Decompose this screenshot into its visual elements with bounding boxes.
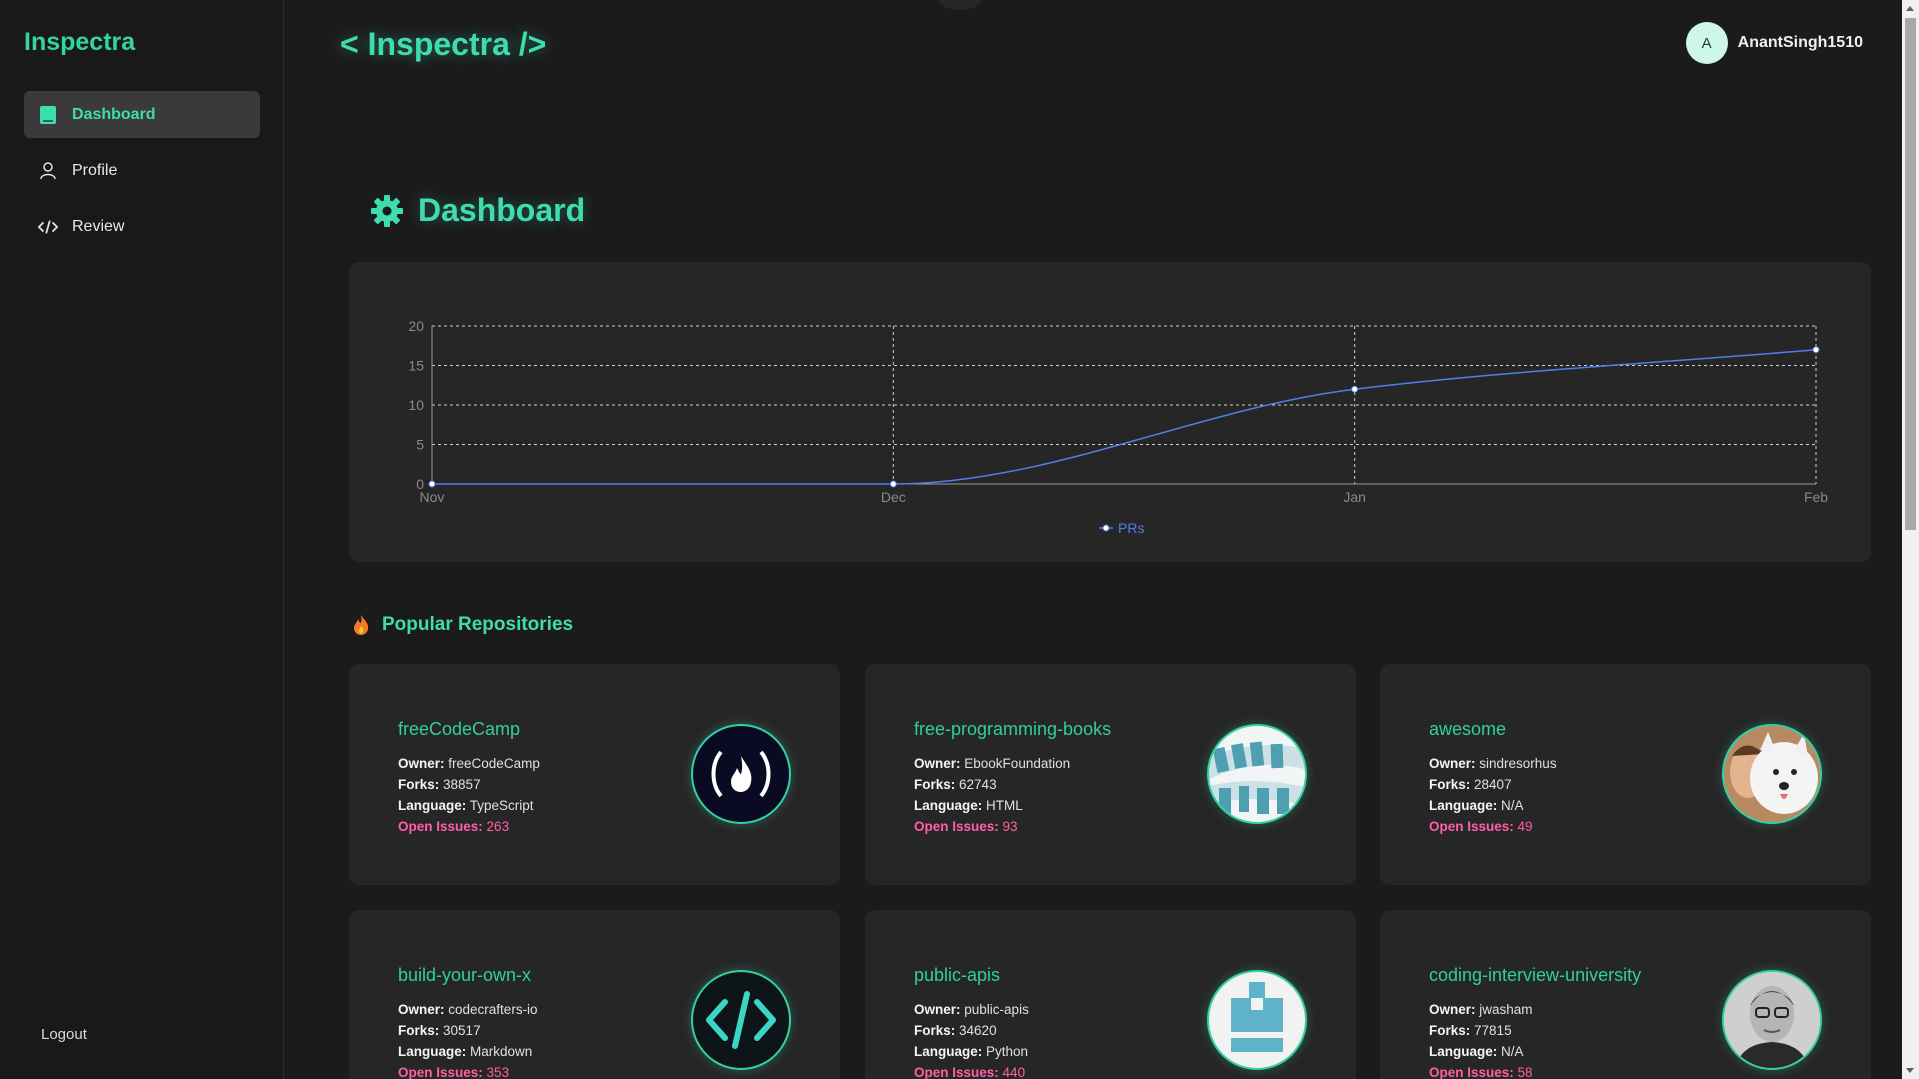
sidebar-item-label: Review bbox=[72, 217, 125, 235]
repo-owner: Owner: jwasham bbox=[1429, 1002, 1533, 1017]
repo-language: Language: N/A bbox=[1429, 798, 1524, 813]
logout-button[interactable]: Logout bbox=[41, 1026, 87, 1043]
x-tick-label: Dec bbox=[881, 489, 906, 505]
scroll-thumb[interactable] bbox=[1905, 18, 1916, 530]
repo-language: Language: TypeScript bbox=[398, 798, 534, 813]
person-portrait-photo bbox=[1722, 970, 1822, 1070]
repo-name[interactable]: awesome bbox=[1429, 719, 1506, 740]
user-menu[interactable]: A AnantSingh1510 bbox=[1685, 22, 1863, 64]
repo-name[interactable]: build-your-own-x bbox=[398, 965, 531, 986]
x-tick-label: Jan bbox=[1343, 489, 1366, 505]
sidebar: Inspectra Dashboard Profile Review Logou… bbox=[0, 0, 284, 1079]
repo-language: Language: Markdown bbox=[398, 1044, 533, 1059]
repo-open-issues: Open Issues: 49 bbox=[1429, 819, 1533, 834]
repo-card[interactable]: build-your-own-x Owner: codecrafters-io … bbox=[349, 910, 840, 1079]
repo-forks: Forks: 77815 bbox=[1429, 1023, 1512, 1038]
ebook-foundation-logo bbox=[1207, 724, 1307, 824]
repo-open-issues: Open Issues: 58 bbox=[1429, 1065, 1533, 1079]
repo-owner: Owner: public-apis bbox=[914, 1002, 1029, 1017]
repo-owner: Owner: EbookFoundation bbox=[914, 756, 1071, 771]
repo-card[interactable]: coding-interview-university Owner: jwash… bbox=[1380, 910, 1871, 1079]
page-title-label: Dashboard bbox=[418, 192, 586, 228]
code-brackets-icon bbox=[691, 970, 791, 1070]
repo-card[interactable]: awesome Owner: sindresorhus Forks: 28407… bbox=[1380, 664, 1871, 885]
scroll-down-icon[interactable] bbox=[1906, 1068, 1914, 1073]
repo-name[interactable]: coding-interview-university bbox=[1429, 965, 1641, 986]
sidebar-item-profile[interactable]: Profile bbox=[24, 147, 260, 194]
repo-forks: Forks: 30517 bbox=[398, 1023, 481, 1038]
data-point bbox=[1351, 385, 1359, 393]
repo-open-issues: Open Issues: 263 bbox=[398, 819, 510, 834]
y-tick-label: 10 bbox=[408, 397, 424, 413]
repo-owner: Owner: freeCodeCamp bbox=[398, 756, 540, 771]
campfire-icon bbox=[691, 724, 791, 824]
sidebar-item-review[interactable]: Review bbox=[24, 203, 260, 250]
repo-open-issues: Open Issues: 353 bbox=[398, 1065, 510, 1079]
gear-icon bbox=[370, 194, 404, 228]
repo-card[interactable]: freeCodeCamp Owner: freeCodeCamp Forks: … bbox=[349, 664, 840, 885]
popular-heading: Popular Repositories bbox=[352, 614, 573, 636]
repo-name[interactable]: public-apis bbox=[914, 965, 1000, 986]
data-point bbox=[428, 480, 436, 488]
repo-owner: Owner: sindresorhus bbox=[1429, 756, 1557, 771]
sidebar-item-label: Profile bbox=[72, 161, 118, 179]
legend-label: PRs bbox=[1118, 520, 1144, 536]
legend-marker-icon bbox=[1102, 524, 1110, 532]
scroll-up-icon[interactable] bbox=[1906, 6, 1914, 11]
sidebar-nav: Dashboard Profile Review bbox=[24, 91, 260, 259]
y-tick-label: 20 bbox=[408, 318, 424, 334]
top-decoration bbox=[938, 0, 982, 10]
repo-language: Language: HTML bbox=[914, 798, 1023, 813]
repo-forks: Forks: 34620 bbox=[914, 1023, 997, 1038]
repo-name[interactable]: freeCodeCamp bbox=[398, 719, 520, 740]
user-icon bbox=[38, 161, 58, 181]
repo-open-issues: Open Issues: 440 bbox=[914, 1065, 1026, 1079]
repo-forks: Forks: 62743 bbox=[914, 777, 997, 792]
page-logo-title: < Inspectra /> bbox=[340, 26, 547, 62]
data-point bbox=[1812, 346, 1820, 354]
code-icon bbox=[38, 217, 58, 237]
box-stack-icon bbox=[1207, 970, 1307, 1070]
dashboard-icon bbox=[38, 105, 58, 125]
prs-chart-card: 0 5 10 15 20 Nov Dec Jan Feb PRs bbox=[349, 262, 1871, 562]
series-line-prs bbox=[432, 348, 1817, 485]
repo-forks: Forks: 28407 bbox=[1429, 777, 1512, 792]
repo-card[interactable]: public-apis Owner: public-apis Forks: 34… bbox=[865, 910, 1356, 1079]
repo-owner: Owner: codecrafters-io bbox=[398, 1002, 538, 1017]
repo-name[interactable]: free-programming-books bbox=[914, 719, 1111, 740]
x-tick-label: Feb bbox=[1804, 489, 1828, 505]
sidebar-item-label: Dashboard bbox=[72, 105, 156, 123]
repo-open-issues: Open Issues: 93 bbox=[914, 819, 1018, 834]
page-title: Dashboard bbox=[370, 192, 585, 229]
repo-language: Language: N/A bbox=[1429, 1044, 1524, 1059]
y-tick-label: 5 bbox=[416, 437, 424, 453]
repo-card[interactable]: free-programming-books Owner: EbookFound… bbox=[865, 664, 1356, 885]
username: AnantSingh1510 bbox=[1737, 34, 1863, 51]
person-with-dog-photo bbox=[1722, 724, 1822, 824]
repo-language: Language: Python bbox=[914, 1044, 1029, 1059]
y-tick-label: 15 bbox=[408, 358, 424, 374]
avatar: A bbox=[1685, 22, 1728, 64]
x-tick-label: Nov bbox=[420, 489, 445, 505]
sidebar-item-dashboard[interactable]: Dashboard bbox=[24, 91, 260, 138]
scrollbar[interactable] bbox=[1902, 0, 1919, 1079]
fire-icon bbox=[352, 614, 372, 636]
repo-forks: Forks: 38857 bbox=[398, 777, 481, 792]
prs-line-chart: 05101520Nov Dec Jan FebPRs bbox=[408, 318, 1828, 536]
popular-heading-label: Popular Repositories bbox=[382, 614, 574, 635]
data-point bbox=[889, 480, 897, 488]
sidebar-brand: Inspectra bbox=[24, 28, 136, 56]
